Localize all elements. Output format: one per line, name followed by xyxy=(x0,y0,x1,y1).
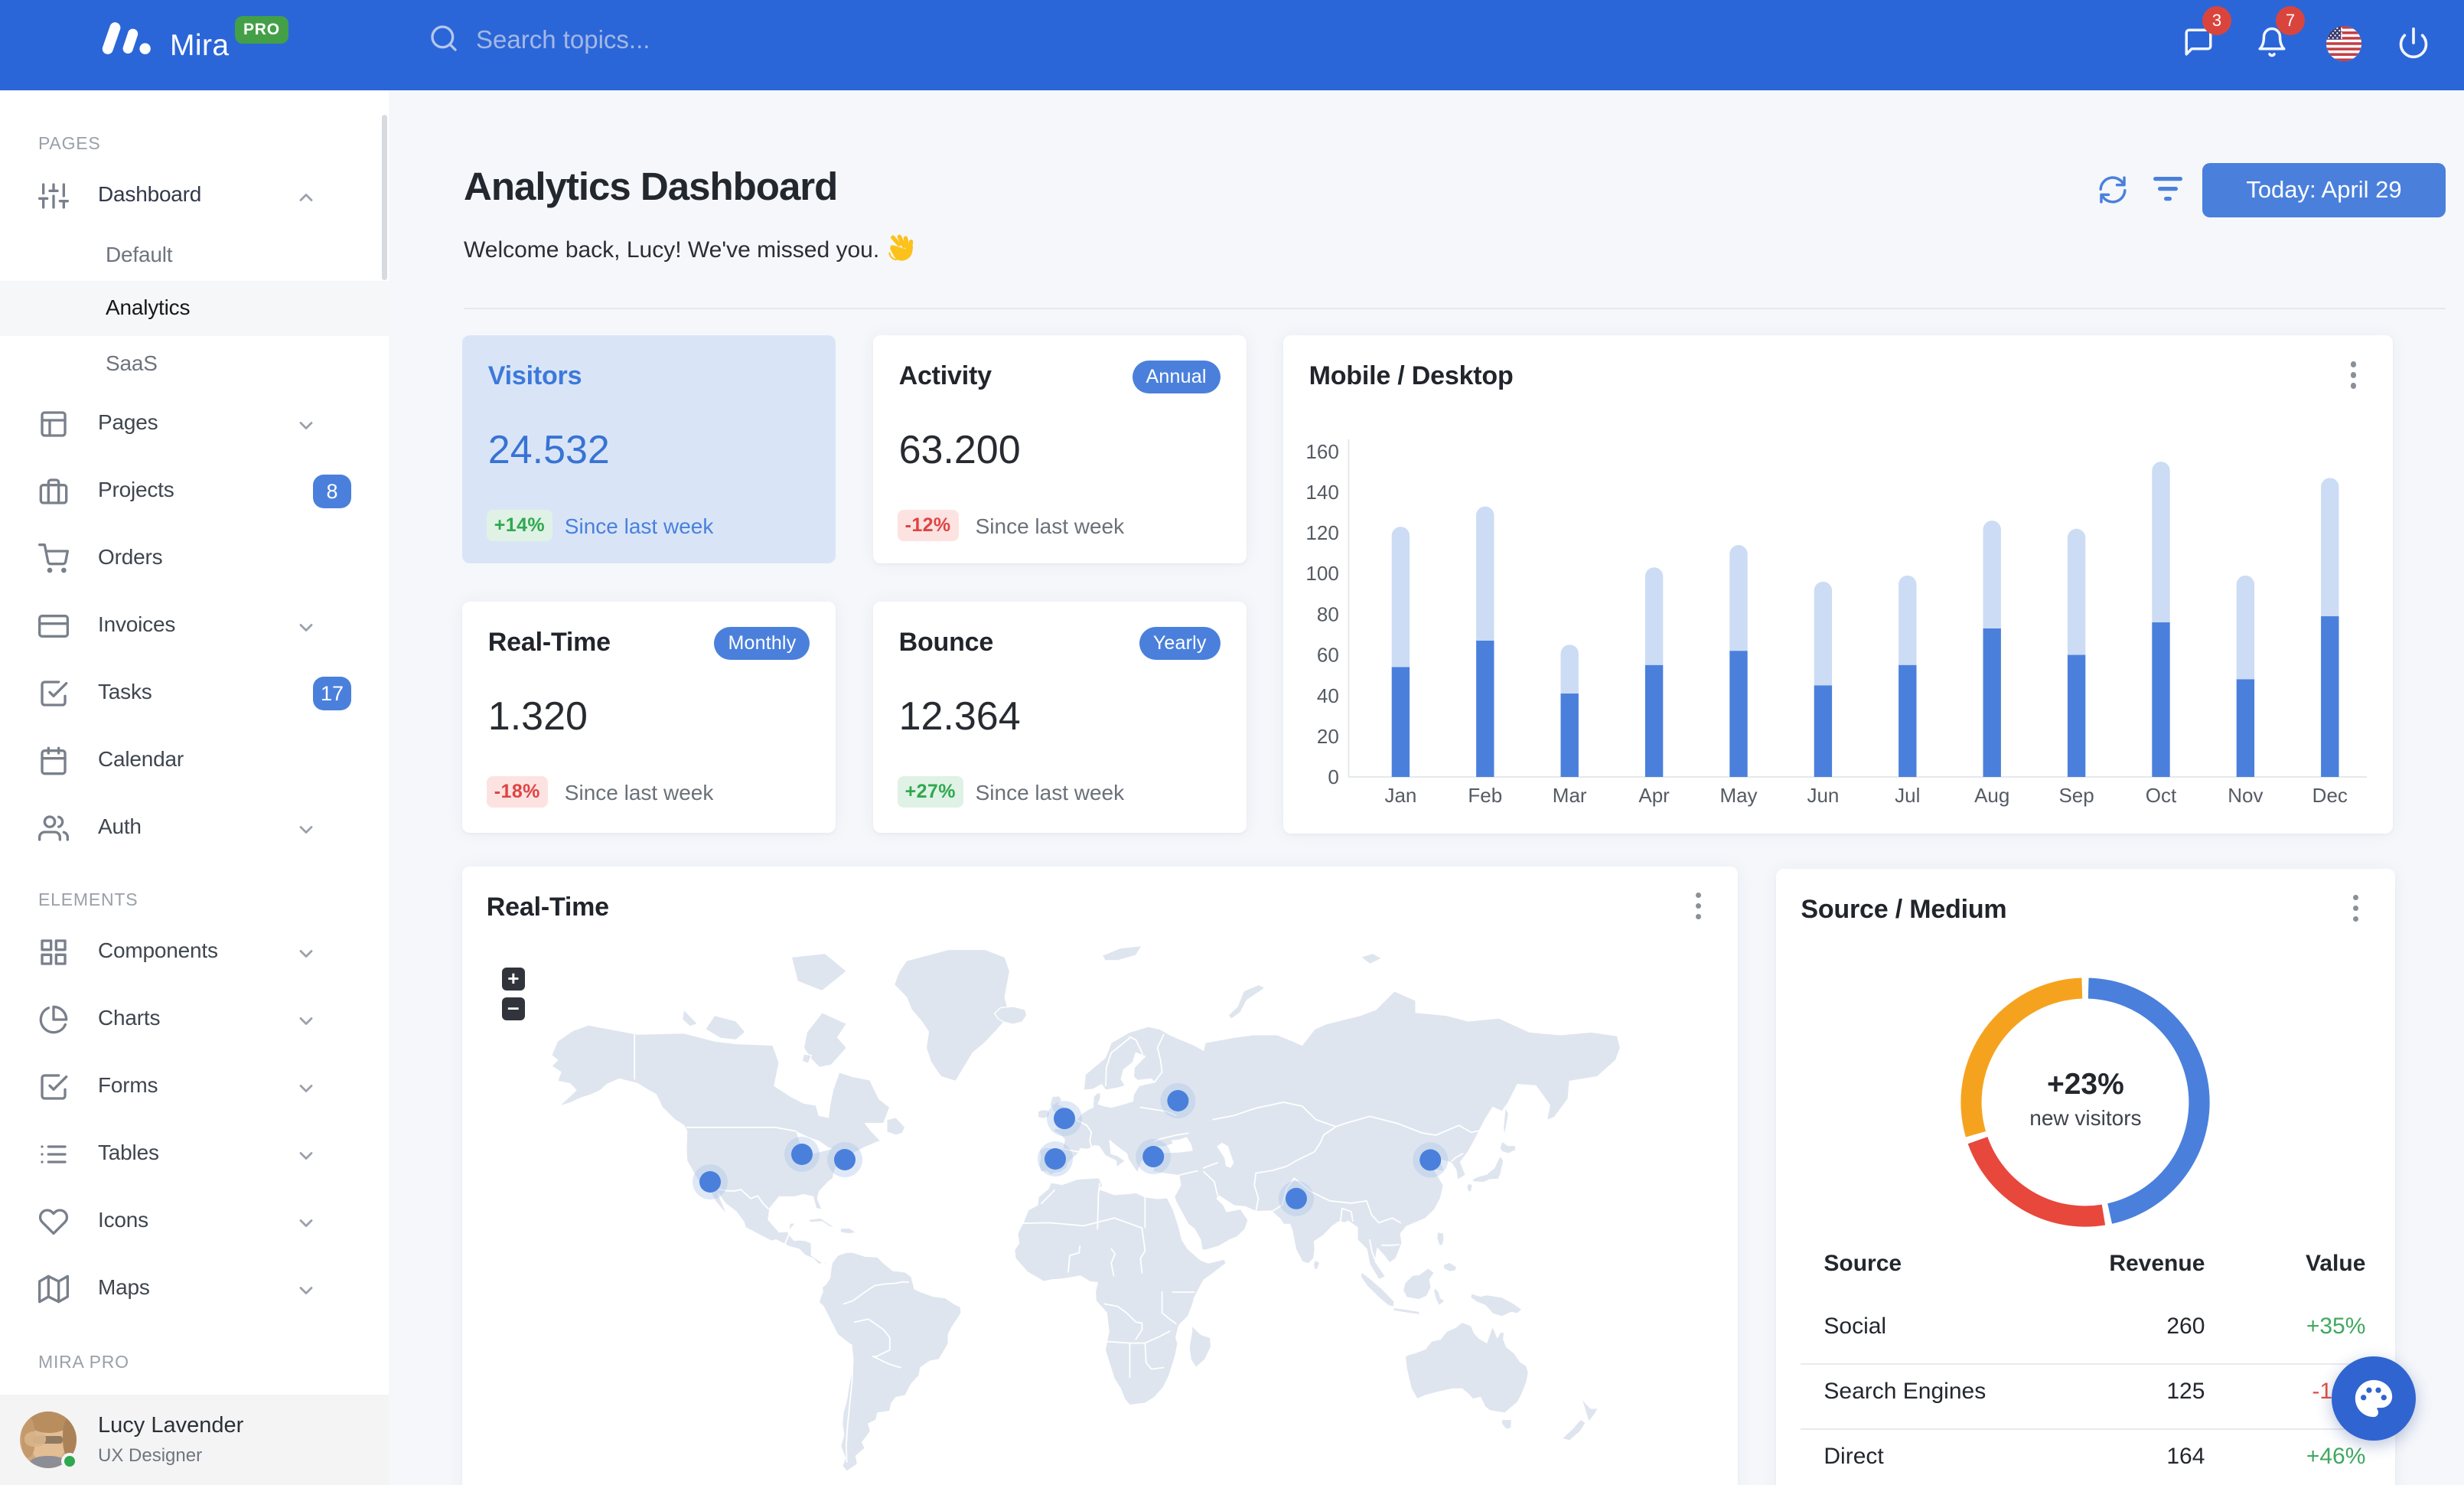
svg-text:20: 20 xyxy=(1316,725,1338,748)
svg-text:60: 60 xyxy=(1316,644,1338,667)
svg-text:100: 100 xyxy=(1305,563,1338,586)
svg-text:Jan: Jan xyxy=(1384,784,1416,807)
svg-text:Jul: Jul xyxy=(1895,784,1920,807)
svg-text:140: 140 xyxy=(1305,481,1338,504)
svg-text:160: 160 xyxy=(1305,440,1338,463)
svg-text:40: 40 xyxy=(1316,684,1338,707)
svg-text:Feb: Feb xyxy=(1468,784,1502,807)
svg-text:Apr: Apr xyxy=(1638,784,1670,807)
svg-text:Jun: Jun xyxy=(1807,784,1839,807)
svg-text:Sep: Sep xyxy=(2058,784,2094,807)
svg-text:120: 120 xyxy=(1305,522,1338,545)
svg-text:Aug: Aug xyxy=(1974,784,2009,807)
svg-text:80: 80 xyxy=(1316,603,1338,626)
svg-text:Oct: Oct xyxy=(2145,784,2176,807)
svg-text:Dec: Dec xyxy=(2312,784,2347,807)
svg-text:0: 0 xyxy=(1328,765,1338,788)
svg-text:Mar: Mar xyxy=(1552,784,1586,807)
svg-text:Nov: Nov xyxy=(2228,784,2263,807)
svg-text:May: May xyxy=(1719,784,1757,807)
